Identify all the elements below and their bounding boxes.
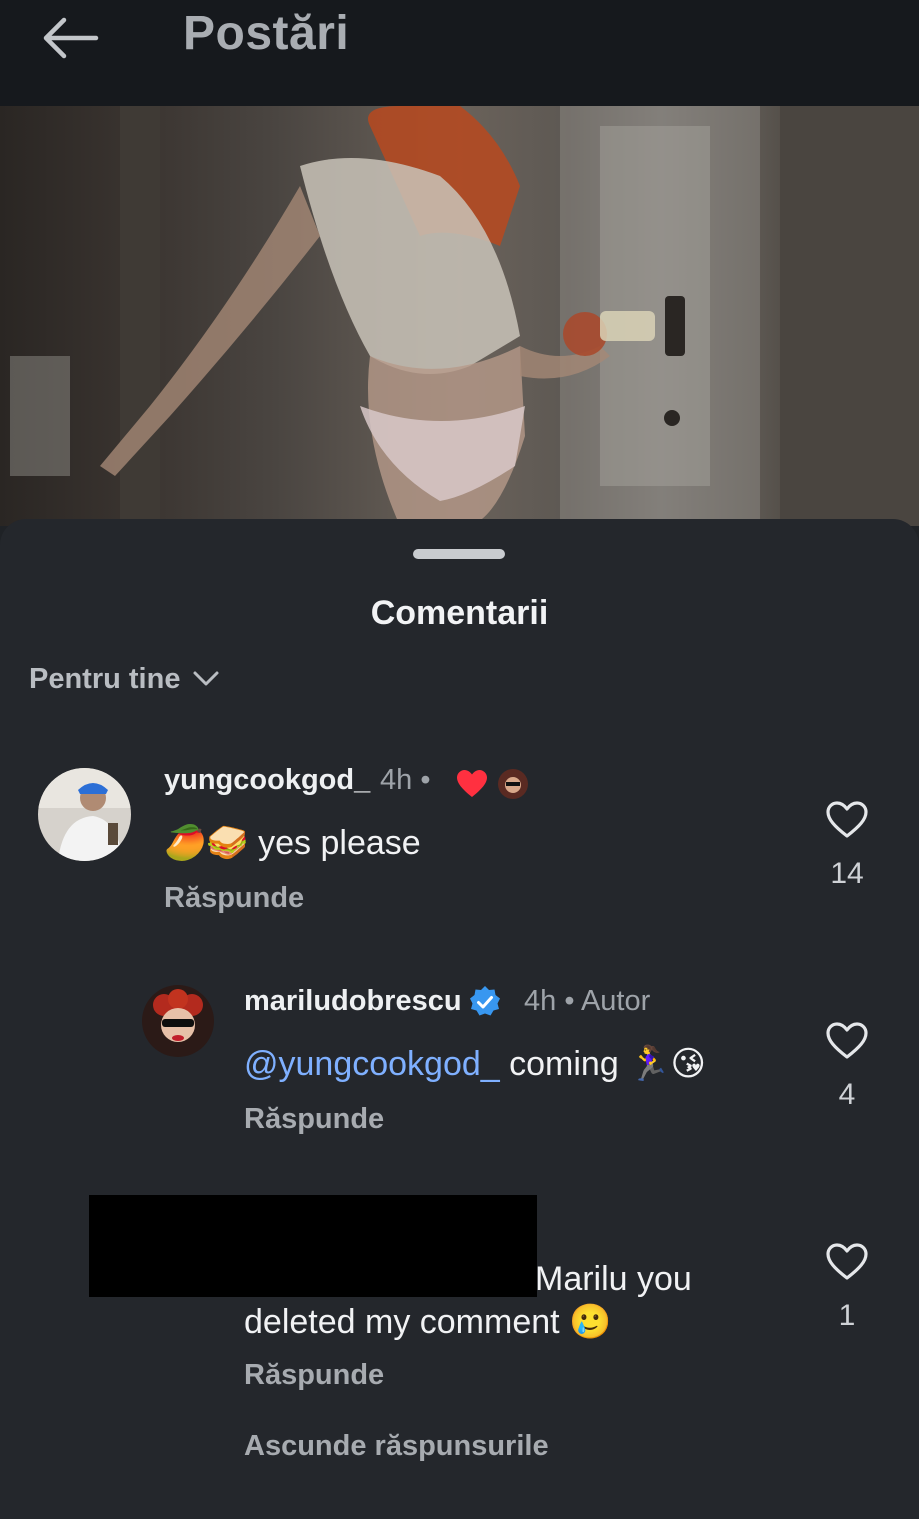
post-image: [0, 106, 919, 526]
like-count: 4: [838, 1078, 856, 1111]
page-title: Postări: [183, 7, 350, 60]
avatar[interactable]: [142, 985, 214, 1057]
comment-username[interactable]: yungcookgod_: [164, 764, 370, 797]
comment-text-line2: deleted my comment 🥲: [244, 1302, 611, 1342]
avatar[interactable]: [38, 768, 131, 861]
chevron-down-icon: [193, 671, 219, 686]
sort-filter-dropdown[interactable]: Pentru tine: [29, 660, 220, 698]
creator-mini-avatar: [498, 769, 528, 799]
verified-badge-icon: [470, 986, 500, 1016]
reply-button[interactable]: Răspunde: [244, 1359, 384, 1392]
reply-button[interactable]: Răspunde: [164, 882, 304, 915]
separator-dot: •: [564, 985, 581, 1017]
comment-text-line1: Marilu you: [535, 1260, 692, 1298]
like-count: 1: [838, 1299, 856, 1332]
like-heart-icon[interactable]: [826, 1243, 868, 1281]
like-heart-icon[interactable]: [826, 1022, 868, 1060]
comment-time: 4h •: [380, 764, 430, 797]
separator-dot: •: [420, 764, 431, 796]
avatar-image: [142, 985, 214, 1057]
comment-text-body: deleted my comment: [244, 1303, 560, 1341]
reply-button[interactable]: Răspunde: [244, 1103, 384, 1136]
creator-liked-heart-icon: [457, 770, 487, 797]
comment-time-text: 4h: [380, 764, 413, 796]
post-image-illustration: [10, 106, 919, 526]
comment-emoji: 🥲: [569, 1303, 612, 1341]
comment-text-body: coming: [499, 1045, 629, 1083]
comment-text-body: yes please: [258, 824, 421, 862]
comment-emoji: 🥭🥪: [164, 824, 249, 862]
creator-mini-avatar-image: [498, 769, 528, 799]
sort-filter-label: Pentru tine: [29, 662, 181, 695]
redacted-block: [89, 1195, 537, 1297]
like-heart-icon[interactable]: [826, 801, 868, 839]
sheet-title: Comentarii: [370, 594, 549, 632]
hide-replies-button[interactable]: Ascunde răspunsurile: [244, 1430, 549, 1463]
back-arrow-icon[interactable]: [38, 14, 102, 62]
sheet-drag-handle[interactable]: [413, 549, 505, 559]
comment-text: 🥭🥪 yes please: [164, 823, 421, 863]
author-badge: Autor: [580, 985, 651, 1017]
comment-emoji: 🏃‍♀️😘: [628, 1045, 706, 1083]
like-count: 14: [830, 857, 864, 890]
comment-username[interactable]: mariludobrescu: [244, 985, 462, 1018]
comment-text: @yungcookgod_ coming 🏃‍♀️😘: [244, 1044, 706, 1084]
top-bar: Postări: [0, 0, 919, 106]
comment-meta: 4h • Autor: [524, 985, 650, 1018]
mention-link[interactable]: @yungcookgod_: [244, 1045, 500, 1083]
comment-time: 4h: [524, 985, 557, 1017]
avatar-image: [38, 768, 131, 861]
